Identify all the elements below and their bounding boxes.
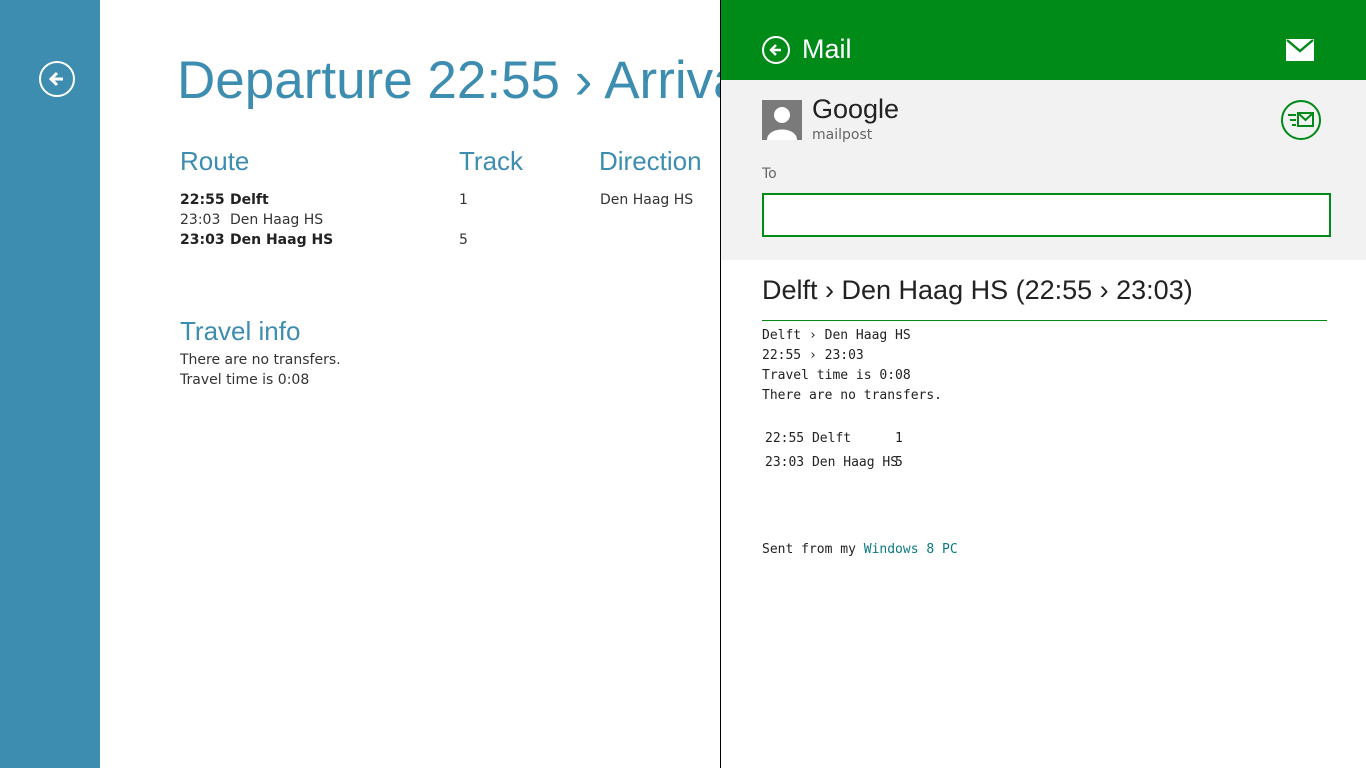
mail-share-pane: Mail Google mailpost To Delft › Den Haag… (720, 0, 1366, 768)
signature: Sent from my Windows 8 PC (762, 542, 958, 557)
route-row: 23:03 Den Haag HS (180, 232, 333, 248)
route-station: Den Haag HS (230, 232, 334, 248)
track-value: 1 (459, 192, 468, 208)
body-text-line[interactable]: Delft › Den Haag HS (762, 328, 911, 343)
person-icon (762, 100, 802, 140)
to-label: To (762, 166, 777, 182)
route-time: 22:55 (180, 192, 225, 208)
body-table-cell[interactable]: 22:55 Delft (765, 431, 851, 446)
travel-info-line: Travel time is 0:08 (180, 372, 310, 388)
route-column-header: Route (180, 146, 250, 176)
direction-column-header: Direction (599, 146, 702, 176)
mail-back-button[interactable] (762, 36, 790, 64)
app-nav-strip (0, 0, 100, 768)
route-time: 23:03 (180, 232, 225, 248)
route-row: 23:03 Den Haag HS (180, 212, 323, 228)
body-text-line[interactable]: Travel time is 0:08 (762, 368, 911, 383)
to-field[interactable] (762, 193, 1331, 237)
route-station: Delft (230, 192, 269, 208)
journey-details: Departure 22:55 › Arrival 23:03 Route Tr… (100, 0, 720, 768)
travel-info-heading: Travel info (180, 316, 301, 346)
subject-line[interactable]: Delft › Den Haag HS (22:55 › 23:03) (762, 275, 1193, 306)
arrow-left-icon (48, 71, 63, 87)
envelope-icon (1286, 39, 1314, 61)
travel-info-line: There are no transfers. (180, 352, 341, 368)
direction-value: Den Haag HS (600, 192, 694, 208)
signature-prefix: Sent from my (762, 542, 864, 557)
body-table-cell[interactable]: 1 (895, 431, 903, 446)
back-button[interactable] (39, 61, 75, 97)
track-value: 5 (459, 232, 468, 248)
avatar (762, 100, 802, 140)
mail-title: Mail (802, 34, 852, 64)
sender-name: Google (812, 94, 900, 124)
route-station: Den Haag HS (230, 212, 324, 228)
body-text-line[interactable]: 22:55 › 23:03 (762, 348, 864, 363)
route-row: 22:55 Delft (180, 192, 269, 208)
page-title: Departure 22:55 › Arrival 23:03 (177, 51, 720, 110)
send-button[interactable] (1281, 100, 1321, 140)
body-table-cell[interactable]: 5 (895, 455, 903, 470)
arrow-left-icon (769, 44, 781, 56)
signature-link[interactable]: Windows 8 PC (864, 542, 958, 557)
track-column-header: Track (459, 146, 524, 176)
route-time: 23:03 (180, 212, 221, 228)
send-mail-icon (1288, 112, 1314, 127)
sender-account: mailpost (812, 127, 873, 143)
mail-header: Mail (721, 0, 1366, 80)
subject-divider (762, 320, 1327, 321)
body-text-line[interactable]: There are no transfers. (762, 388, 942, 403)
compose-header: Google mailpost To (721, 80, 1366, 260)
body-table-cell[interactable]: 23:03 Den Haag HS (765, 455, 898, 470)
